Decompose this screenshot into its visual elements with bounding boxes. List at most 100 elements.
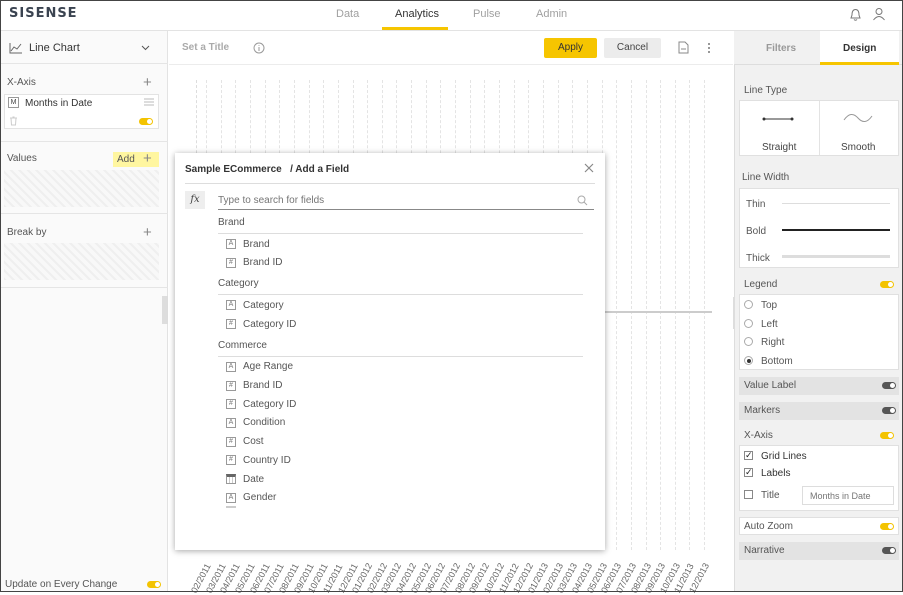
field-type-icon: M	[8, 97, 19, 108]
field-search-input[interactable]	[218, 192, 594, 210]
legend-top-radio[interactable]	[744, 300, 753, 309]
info-icon[interactable]	[253, 42, 265, 54]
values-label: Values	[7, 153, 37, 164]
nav-pulse[interactable]: Pulse	[473, 8, 501, 20]
grid-lines-checkbox[interactable]: ✓	[744, 451, 753, 460]
update-on-change-toggle[interactable]	[147, 581, 161, 588]
add-value-label: Add	[117, 154, 135, 165]
xaxis-field-name[interactable]: Months in Date	[25, 98, 92, 109]
field-name: Category ID	[243, 398, 297, 410]
chevron-down-icon[interactable]	[141, 45, 150, 51]
chart-type-label[interactable]: Line Chart	[29, 42, 80, 54]
field-list-item[interactable]: # Category ID	[226, 316, 296, 332]
labels-label: Labels	[761, 468, 791, 479]
panel-collapse-handle[interactable]	[162, 296, 168, 324]
field-group-header: Brand	[218, 216, 583, 234]
field-list-item[interactable]: # Brand ID	[226, 255, 282, 271]
field-list-item[interactable]: Date	[226, 471, 264, 487]
title-label: Title	[761, 490, 780, 501]
field-name: Brand	[243, 238, 270, 250]
xaxis-label: X-Axis	[7, 77, 36, 88]
legend-right-radio[interactable]	[744, 337, 753, 346]
drag-handle-icon[interactable]	[144, 98, 154, 106]
line-width-bold[interactable]: Bold	[746, 226, 766, 237]
number-type-icon: #	[226, 380, 236, 391]
dialog-source-title: Sample ECommerce / Add a Field	[185, 164, 350, 175]
line-width-thick[interactable]: Thick	[746, 253, 770, 264]
breakby-label: Break by	[7, 227, 47, 238]
number-type-icon: #	[226, 257, 236, 268]
more-menu-icon[interactable]	[707, 42, 711, 54]
sisense-logo[interactable]: SISENSE	[9, 6, 78, 21]
user-icon[interactable]	[872, 7, 886, 21]
field-list-item[interactable]: # Country ID	[226, 452, 291, 468]
widget-title-input[interactable]: Set a Title	[182, 42, 229, 53]
field-list-item[interactable]: # Brand ID	[226, 378, 282, 394]
bell-icon[interactable]	[849, 8, 862, 22]
legend-top-label: Top	[761, 300, 778, 311]
title-checkbox[interactable]	[744, 490, 753, 499]
legend-bottom-radio[interactable]	[744, 356, 753, 365]
tab-filters[interactable]: Filters	[766, 43, 796, 54]
xaxis-section-label: X-Axis	[744, 430, 773, 441]
value-label-section: Value Label	[739, 377, 899, 395]
cancel-button[interactable]: Cancel	[604, 38, 661, 58]
grid-line	[674, 80, 676, 550]
field-name: Brand ID	[243, 257, 283, 269]
document-icon[interactable]	[678, 41, 689, 54]
search-icon	[577, 195, 588, 206]
grid-line	[616, 80, 618, 550]
nav-data[interactable]: Data	[336, 8, 359, 20]
tab-design[interactable]: Design	[820, 31, 899, 65]
auto-zoom-toggle[interactable]	[880, 523, 894, 530]
field-list-item[interactable]: A Brand	[226, 236, 270, 252]
xaxis-toggle[interactable]	[139, 118, 153, 125]
legend-right-label: Right	[761, 337, 785, 348]
close-icon[interactable]	[584, 163, 594, 173]
grid-line	[660, 80, 662, 550]
add-breakby-icon[interactable]: +	[143, 225, 152, 240]
line-type-label: Line Type	[744, 85, 788, 96]
field-name: Category ID	[243, 318, 297, 330]
field-list-item[interactable]: A Gender	[226, 490, 276, 506]
add-xaxis-icon[interactable]: +	[143, 75, 152, 90]
legend-bottom-label: Bottom	[761, 356, 793, 367]
apply-button[interactable]: Apply	[544, 38, 597, 58]
labels-checkbox[interactable]: ✓	[744, 468, 753, 477]
add-value-button[interactable]: Add +	[113, 150, 159, 167]
formula-button[interactable]: fx	[185, 191, 205, 209]
field-list-item[interactable]: A Category	[226, 297, 284, 313]
narrative-section: Narrative	[739, 542, 899, 560]
xaxis-toggle-right[interactable]	[880, 432, 894, 439]
nav-analytics[interactable]: Analytics	[395, 8, 439, 20]
markers-section: Markers	[739, 402, 899, 420]
trash-icon[interactable]	[9, 116, 18, 126]
number-type-icon: #	[226, 319, 236, 330]
line-width-thin[interactable]: Thin	[746, 199, 765, 210]
field-list-item[interactable]: A Age Range	[226, 359, 293, 375]
add-value-icon: +	[143, 150, 152, 167]
legend-left-radio[interactable]	[744, 319, 753, 328]
grid-line	[704, 80, 706, 550]
legend-left-label: Left	[761, 319, 778, 330]
nav-admin[interactable]: Admin	[536, 8, 567, 20]
markers-toggle[interactable]	[882, 407, 896, 414]
field-list-item[interactable]: A Condition	[226, 415, 285, 431]
field-list-item[interactable]: # Category ID	[226, 396, 296, 412]
grid-line	[630, 80, 632, 550]
straight-option[interactable]: Straight	[762, 142, 796, 153]
field-name: Cost	[243, 436, 264, 448]
axis-title-input[interactable]	[802, 486, 894, 505]
smooth-line-icon[interactable]	[842, 110, 874, 126]
narrative-toggle[interactable]	[882, 547, 896, 554]
field-group-header: Commerce	[218, 339, 583, 357]
straight-line-icon[interactable]	[762, 115, 794, 123]
field-list-item[interactable]: # Cost	[226, 434, 264, 450]
legend-toggle[interactable]	[880, 281, 894, 288]
text-type-icon: A	[226, 300, 236, 311]
values-drop-zone[interactable]	[4, 170, 159, 207]
grid-line	[645, 80, 647, 550]
smooth-option[interactable]: Smooth	[841, 142, 875, 153]
value-label-toggle[interactable]	[882, 382, 896, 389]
breakby-drop-zone[interactable]	[4, 243, 159, 280]
